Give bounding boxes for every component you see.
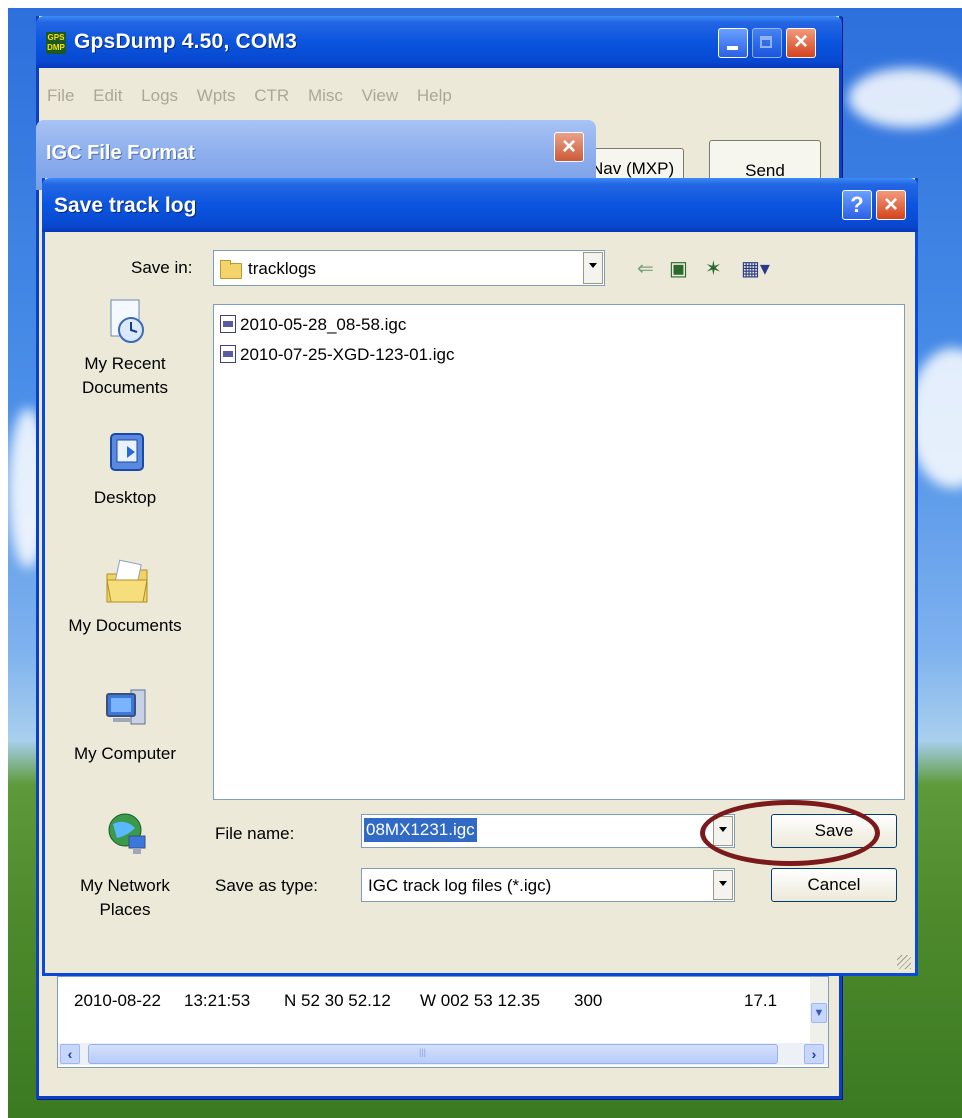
save-dialog-close-button[interactable]: × (876, 190, 906, 220)
menu-edit[interactable]: Edit (93, 86, 122, 105)
place-label: My Network (80, 876, 170, 895)
folder-icon (220, 260, 242, 279)
file-name-text: 2010-07-25-XGD-123-01.igc (240, 345, 455, 364)
vertical-scrollbar[interactable]: ▼ (810, 977, 828, 1043)
back-arrow-icon[interactable]: ⇐ (637, 256, 654, 281)
my-documents-icon (106, 559, 148, 603)
horizontal-scroll-thumb[interactable] (88, 1044, 778, 1064)
place-label: My Computer (73, 744, 177, 763)
save-dialog-title: Save track log (54, 194, 197, 217)
cloud (848, 68, 962, 128)
chevron-down-icon[interactable] (713, 870, 733, 900)
my-computer-icon (106, 689, 146, 725)
menu-misc[interactable]: Misc (308, 86, 343, 105)
menu-logs[interactable]: Logs (141, 86, 178, 105)
network-places-icon (108, 813, 146, 854)
save-as-type-label: Save as type: (215, 876, 319, 895)
igc-dialog-title: IGC File Format (46, 142, 195, 164)
minimize-button[interactable] (718, 28, 748, 58)
file-name-value: 08MX1231.igc (364, 818, 477, 842)
chevron-down-icon[interactable] (583, 252, 603, 284)
list-item[interactable]: 2010-05-28_08-58.igc (220, 315, 406, 335)
save-in-label: Save in: (131, 258, 193, 277)
annotation-highlight-ring (700, 800, 880, 866)
resize-grip[interactable] (897, 955, 911, 969)
desktop-background: GPS DMP GpsDump 4.50, COM3 × File Edit L… (8, 8, 962, 1118)
close-button[interactable]: × (786, 28, 816, 58)
save-in-value: tracklogs (248, 259, 317, 278)
log-speed: 17.1 (744, 991, 778, 1010)
places-bar: My Recent Documents Desktop My Documents (45, 288, 205, 928)
gpsdump-app-icon: GPS DMP (46, 32, 66, 54)
place-label: My Documents (68, 616, 182, 635)
save-dialog-title-bar[interactable]: Save track log ? × (42, 178, 918, 232)
main-window-title: GpsDump 4.50, COM3 (74, 30, 297, 53)
place-label: My Recent (84, 354, 166, 373)
save-in-dropdown[interactable]: tracklogs (213, 250, 605, 286)
file-name-input[interactable]: 08MX1231.igc (361, 814, 735, 848)
menu-wpts[interactable]: Wpts (197, 86, 236, 105)
cancel-button[interactable]: Cancel (771, 868, 897, 902)
horizontal-scrollbar[interactable]: ‹ › (58, 1043, 828, 1065)
place-label: Places (99, 900, 151, 919)
file-name-text: 2010-05-28_08-58.igc (240, 315, 407, 334)
scroll-right-arrow-icon[interactable]: › (804, 1044, 824, 1064)
save-as-type-value: IGC track log files (*.igc) (368, 876, 552, 895)
menu-ctr[interactable]: CTR (254, 86, 289, 105)
new-folder-icon[interactable]: ✶ (705, 256, 722, 281)
save-as-type-dropdown[interactable]: IGC track log files (*.igc) (361, 868, 735, 902)
place-label: Documents (82, 378, 168, 397)
log-altitude: 300 (574, 991, 603, 1010)
list-item[interactable]: 2010-07-25-XGD-123-01.igc (220, 345, 455, 365)
file-list[interactable]: 2010-05-28_08-58.igc 2010-07-25-XGD-123-… (213, 304, 905, 800)
igc-file-icon (220, 345, 236, 363)
menu-view[interactable]: View (362, 86, 399, 105)
main-title-bar[interactable]: GPS DMP GpsDump 4.50, COM3 × (36, 16, 842, 68)
log-latitude: N 52 30 52.12 (284, 991, 391, 1010)
up-folder-icon[interactable]: ▣ (669, 256, 688, 281)
recent-documents-icon (110, 299, 144, 343)
igc-file-icon (220, 315, 236, 333)
log-longitude: W 002 53 12.35 (420, 991, 541, 1010)
scroll-left-arrow-icon[interactable]: ‹ (60, 1044, 80, 1064)
desktop-icon (110, 433, 144, 471)
menu-help[interactable]: Help (417, 86, 452, 105)
place-label: Desktop (93, 488, 157, 507)
scroll-down-arrow-icon[interactable]: ▼ (811, 1003, 827, 1023)
track-log-list[interactable]: 2010-08-22 13:21:47 N 52 30 52.12 W 002 … (57, 961, 829, 1068)
igc-close-button[interactable]: × (554, 132, 584, 162)
menu-file[interactable]: File (47, 86, 74, 105)
file-name-label: File name: (215, 824, 295, 843)
maximize-button[interactable] (752, 28, 782, 58)
log-time: 13:21:53 (184, 991, 251, 1010)
help-button[interactable]: ? (842, 190, 872, 220)
main-menu-bar: File Edit Logs Wpts CTR Misc View Help (39, 68, 839, 105)
view-menu-icon[interactable]: ▦▾ (741, 256, 770, 281)
log-date: 2010-08-22 (74, 991, 161, 1010)
